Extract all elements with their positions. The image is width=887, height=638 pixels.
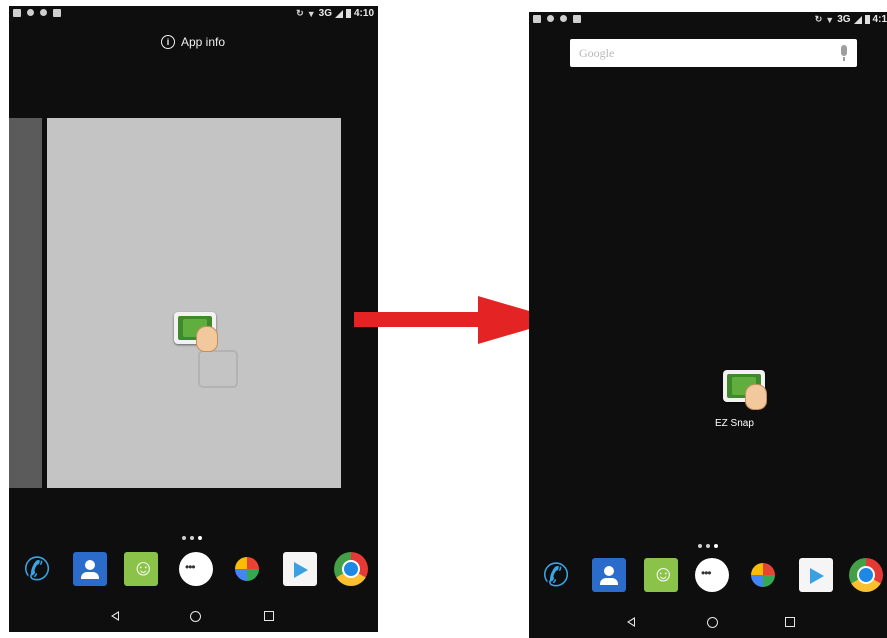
navigation-bar xyxy=(529,610,887,636)
chrome-icon[interactable] xyxy=(849,558,883,592)
back-icon[interactable] xyxy=(627,617,635,627)
home-icon[interactable] xyxy=(707,617,718,628)
home-page-edit-panel[interactable] xyxy=(47,118,341,488)
notification-icon xyxy=(533,15,541,23)
right-phone-screen: ↻ ▼ 3G 4:1 Google EZ Snap ✆ xyxy=(529,12,887,638)
ez-snap-label: EZ Snap xyxy=(715,418,754,429)
cell-signal-icon xyxy=(853,15,862,24)
recents-icon[interactable] xyxy=(785,617,795,627)
status-time: 4:10 xyxy=(353,8,374,19)
photos-icon[interactable] xyxy=(746,558,780,592)
recents-icon[interactable] xyxy=(264,611,274,621)
adjacent-home-page[interactable] xyxy=(9,118,42,488)
info-icon: i xyxy=(161,35,175,49)
lock-icon xyxy=(53,9,61,17)
status-bar: ↻ ▼ 3G 4:1 xyxy=(529,12,887,30)
ez-snap-app-icon[interactable] xyxy=(723,370,767,410)
signal-notification-icon xyxy=(547,15,554,22)
messaging-icon[interactable] xyxy=(124,552,158,586)
play-store-icon[interactable] xyxy=(799,558,833,592)
search-placeholder: Google xyxy=(579,46,615,60)
battery-icon xyxy=(864,15,870,24)
sync-icon: ↻ xyxy=(296,8,304,18)
hand-icon xyxy=(196,326,218,352)
network-type: 3G xyxy=(837,14,851,25)
phone-icon[interactable]: ✆ xyxy=(20,552,54,586)
play-store-icon[interactable] xyxy=(283,552,317,586)
navigation-bar xyxy=(9,604,378,630)
hand-icon xyxy=(745,384,767,410)
status-bar: ↻ ▼ 3G 4:10 xyxy=(9,6,378,24)
wifi-icon: ▼ xyxy=(825,14,835,25)
network-type: 3G xyxy=(318,8,332,19)
status-time: 4:1 xyxy=(872,14,887,25)
page-indicator xyxy=(698,544,718,548)
usb-icon xyxy=(560,15,567,22)
app-drawer-icon[interactable] xyxy=(695,558,729,592)
cell-signal-icon xyxy=(334,9,343,18)
page-indicator xyxy=(182,536,202,540)
sync-icon: ↻ xyxy=(814,14,823,24)
ez-snap-app-icon-dragging[interactable] xyxy=(174,312,218,352)
usb-icon xyxy=(40,9,47,16)
messaging-icon[interactable] xyxy=(644,558,678,592)
chrome-icon[interactable] xyxy=(334,552,368,586)
app-info-drop-target[interactable]: i App info xyxy=(161,35,225,49)
notification-icon xyxy=(13,9,21,17)
drop-placeholder-outline xyxy=(198,350,238,388)
dock: ✆ xyxy=(529,558,887,598)
contacts-icon[interactable] xyxy=(592,558,626,592)
phone-icon[interactable]: ✆ xyxy=(539,558,573,592)
google-search-bar[interactable]: Google xyxy=(570,39,857,67)
wifi-icon: ▼ xyxy=(306,8,316,19)
app-drawer-icon[interactable] xyxy=(179,552,213,586)
home-icon[interactable] xyxy=(190,611,201,622)
battery-icon xyxy=(345,9,351,18)
dock: ✆ xyxy=(9,552,378,592)
left-phone-screen: ↻ ▼ 3G 4:10 i App info ✆ xyxy=(9,6,378,632)
contacts-icon[interactable] xyxy=(73,552,107,586)
back-icon[interactable] xyxy=(111,611,119,621)
app-info-label: App info xyxy=(181,35,226,49)
microphone-icon[interactable] xyxy=(841,45,847,61)
photos-icon[interactable] xyxy=(230,552,264,586)
signal-notification-icon xyxy=(27,9,34,16)
transition-arrow-shaft xyxy=(354,312,484,327)
lock-icon xyxy=(573,15,581,23)
